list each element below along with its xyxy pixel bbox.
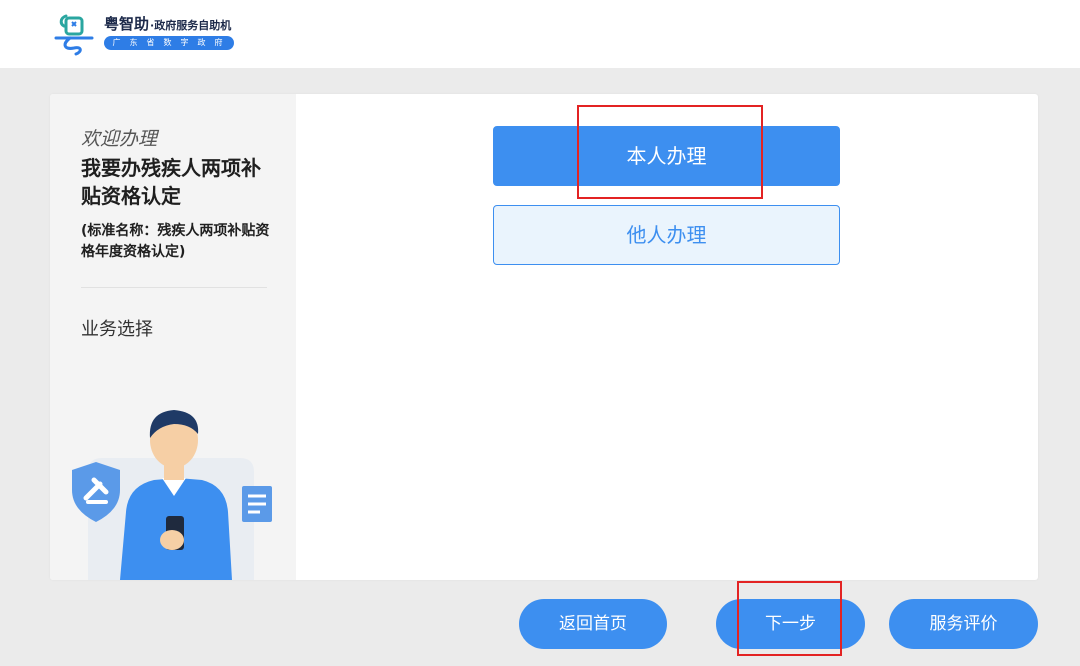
service-standard-name: (标准名称：残疾人两项补贴资格年度资格认定) <box>81 223 270 260</box>
info-sidebar: 欢迎办理 我要办残疾人两项补贴资格认定 (标准名称：残疾人两项补贴资格年度资格认… <box>50 94 296 580</box>
yue-logo-icon <box>54 14 94 56</box>
app-subtitle: ·政府服务自助机 <box>150 19 232 32</box>
app-title: 粤智助·政府服务自助机 <box>104 15 232 33</box>
main-card: 欢迎办理 我要办残疾人两项补贴资格认定 (标准名称：残疾人两项补贴资格年度资格认… <box>50 94 1038 580</box>
top-header: 粤智助·政府服务自助机 广东省数字政府 <box>0 0 1080 68</box>
next-step-button[interactable]: 下一步 <box>716 599 865 649</box>
current-step-label: 业务选择 <box>81 319 153 340</box>
service-rating-button[interactable]: 服务评价 <box>889 599 1038 649</box>
self-handle-button[interactable]: 本人办理 <box>493 126 840 186</box>
welcome-text: 欢迎办理 <box>81 128 158 150</box>
other-handle-button[interactable]: 他人办理 <box>493 205 840 265</box>
sidebar-divider <box>81 287 267 288</box>
person-with-phone-illustration <box>72 410 272 580</box>
app-tagline: 广东省数字政府 <box>104 36 234 50</box>
back-home-button[interactable]: 返回首页 <box>519 599 667 649</box>
service-name: 我要办残疾人两项补贴资格认定 <box>81 156 261 208</box>
